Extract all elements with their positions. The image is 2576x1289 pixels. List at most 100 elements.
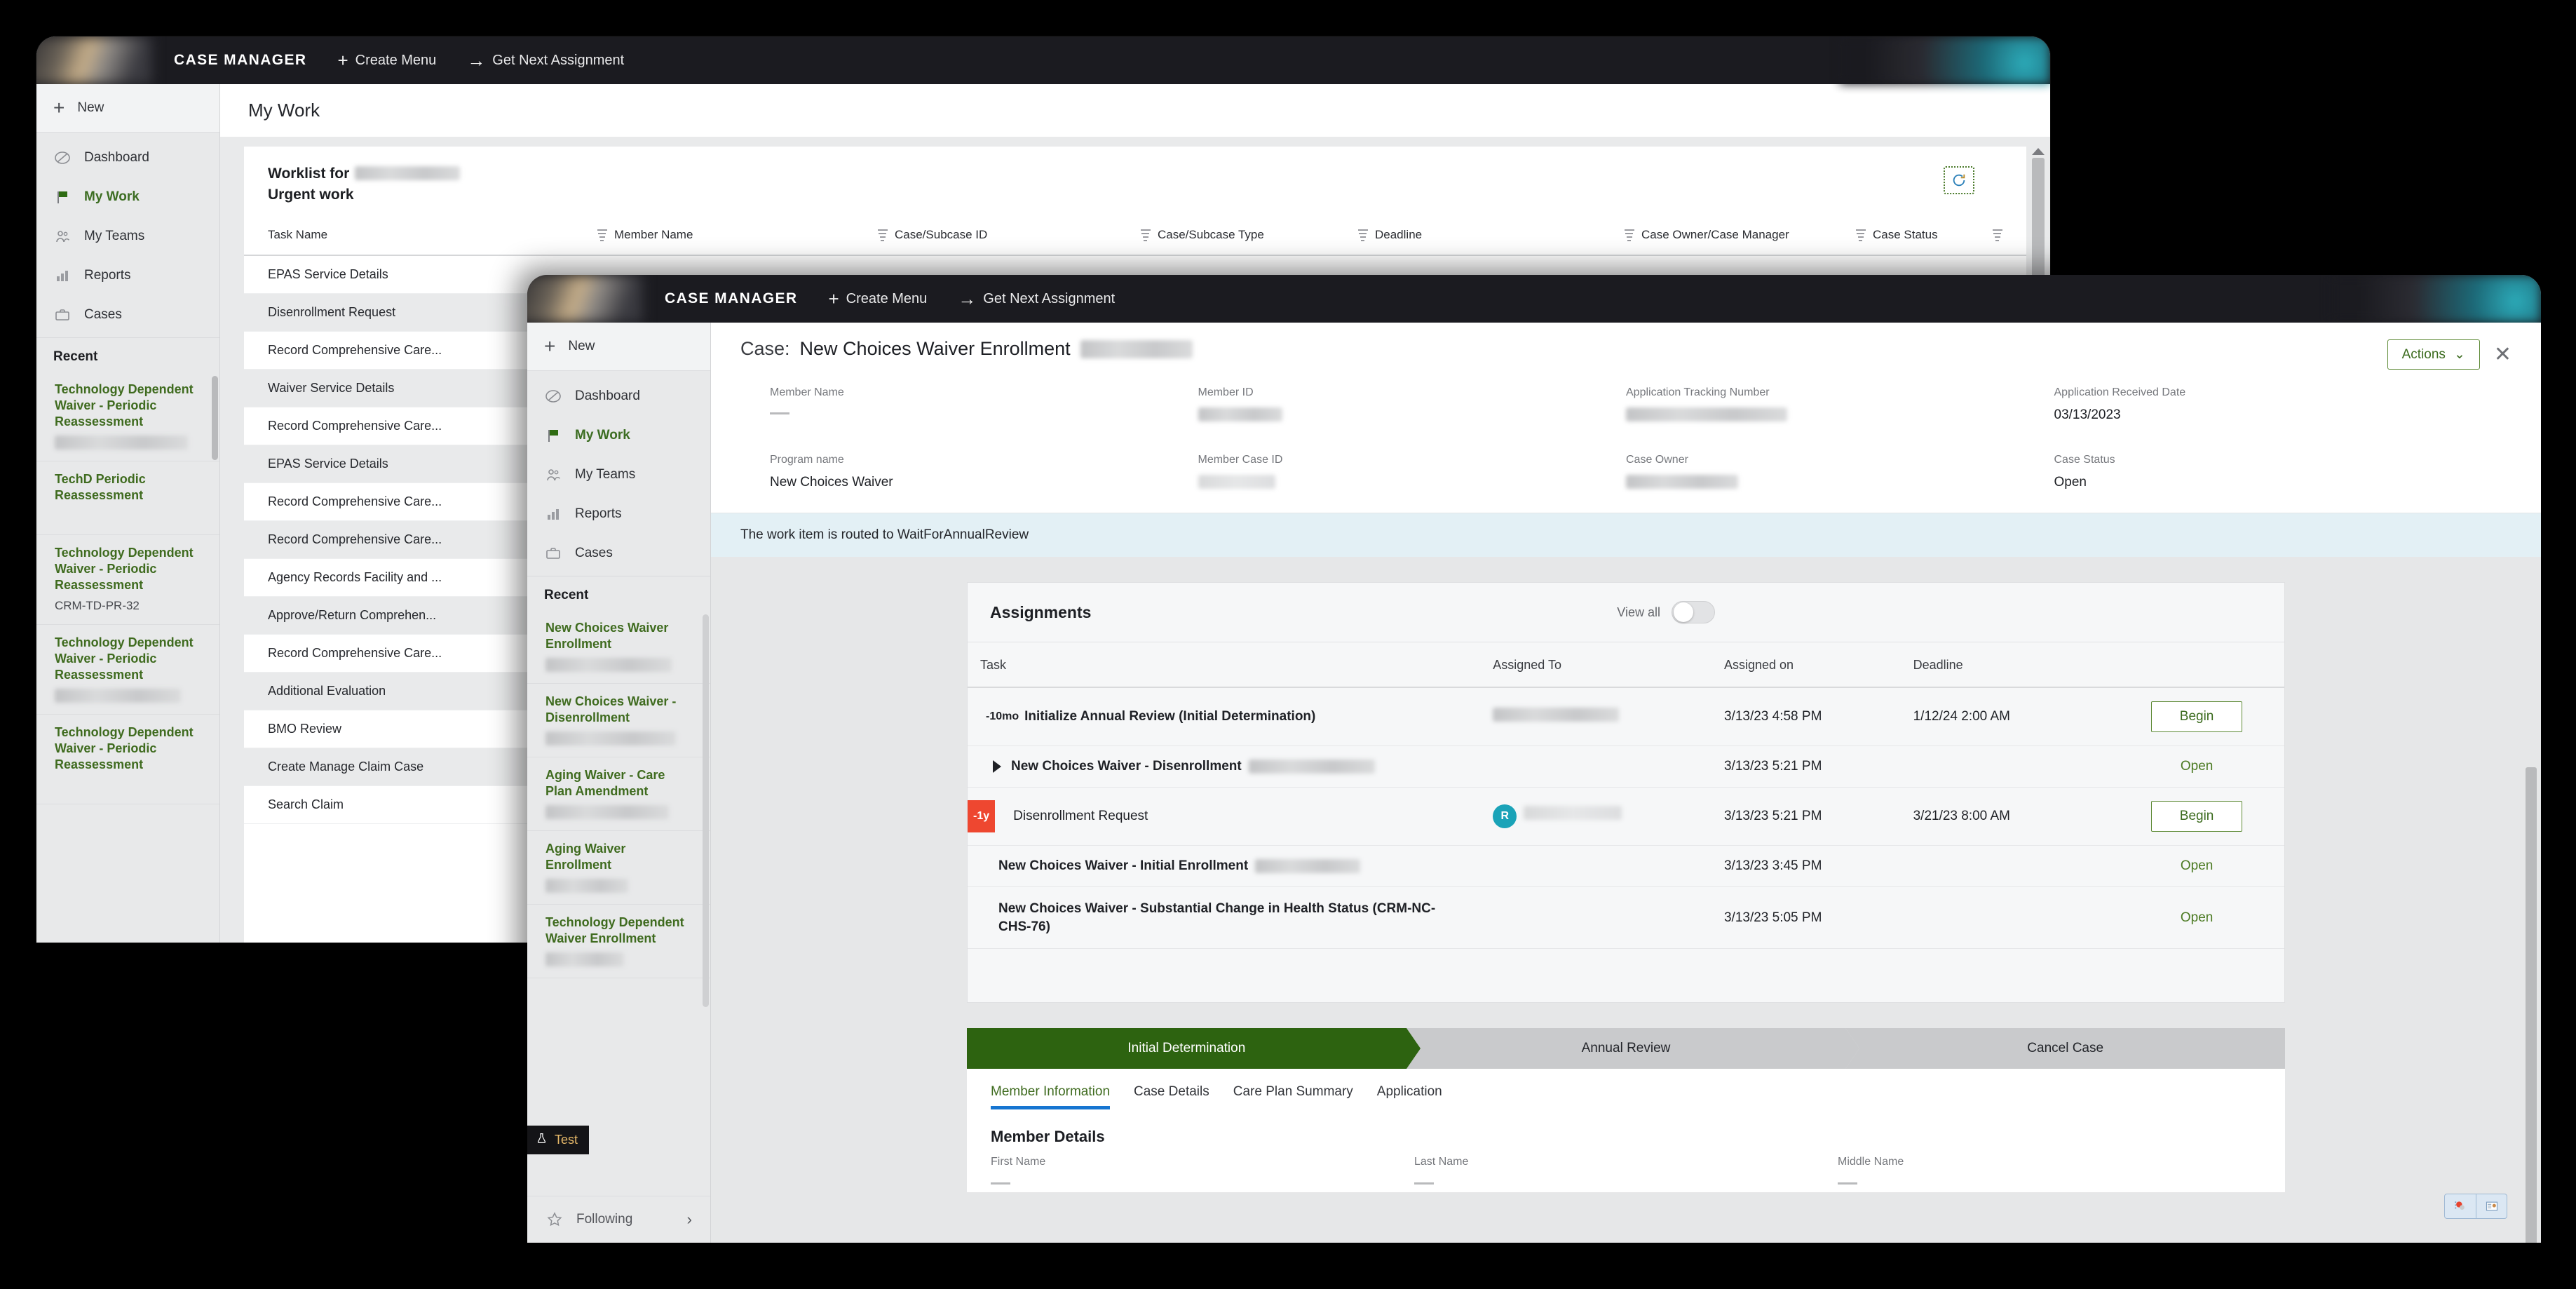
test-tooltip: Test [527, 1126, 589, 1154]
chevron-right-icon: › [687, 1210, 692, 1229]
task-label: Disenrollment Request [1013, 809, 1148, 824]
get-next-assignment-button[interactable]: → Get Next Assignment [958, 290, 1115, 308]
pin-tool-icon[interactable] [2445, 1194, 2476, 1218]
redacted-value [55, 689, 181, 703]
sidebar-new-button[interactable]: + New [527, 323, 710, 371]
field-member-name: Member Name [770, 386, 1198, 426]
screenshot-tool-icon[interactable] [2476, 1194, 2507, 1218]
recent-item[interactable]: New Choices Waiver Enrollment [527, 610, 710, 684]
sidebar-item-reports[interactable]: Reports [36, 256, 219, 295]
scroll-up-arrow[interactable] [2032, 148, 2045, 155]
recent-item[interactable]: Aging Waiver Enrollment [527, 831, 710, 905]
bottom-tools [2444, 1194, 2507, 1219]
tab-care-plan-summary[interactable]: Care Plan Summary [1233, 1084, 1353, 1109]
task-name-cell: Waiver Service Details [268, 381, 394, 396]
member-details-title: Member Details [991, 1128, 2261, 1146]
recent-item-id: CRM-TD-PR-32 [55, 599, 140, 612]
sidebar-item-my-teams[interactable]: My Teams [527, 455, 710, 494]
arrow-right-icon: → [467, 51, 485, 69]
recent-list: New Choices Waiver Enrollment New Choice… [527, 610, 710, 1196]
table-row[interactable]: -10mo Initialize Annual Review (Initial … [968, 687, 2284, 746]
column-header[interactable]: Case Status [1856, 227, 1993, 243]
actions-button[interactable]: Actions ⌄ [2387, 339, 2480, 370]
tab-member-information[interactable]: Member Information [991, 1084, 1110, 1109]
table-row[interactable]: -1y Disenrollment Request R 3/13/23 5:21… [968, 788, 2284, 846]
filter-icon [878, 227, 888, 243]
deadline-cell [1906, 746, 2110, 788]
assigned-to-cell: R [1486, 788, 1717, 846]
recent-item[interactable]: TechD Periodic Reassessment [36, 461, 219, 535]
column-header[interactable]: Case/Subcase Type [1141, 227, 1358, 243]
table-row[interactable]: New Choices Waiver - Substantial Change … [968, 887, 2284, 949]
case-scrollbar[interactable] [2526, 767, 2537, 1243]
open-link[interactable]: Open [2181, 910, 2213, 925]
tab-application[interactable]: Application [1377, 1084, 1442, 1109]
sidebar-item-reports[interactable]: Reports [527, 494, 710, 534]
following-row[interactable]: Following › [527, 1196, 710, 1243]
sidebar-scrollbar[interactable] [703, 614, 709, 1192]
sidebar-item-my-work[interactable]: My Work [36, 177, 219, 217]
sidebar-scrollbar[interactable] [212, 376, 218, 938]
recent-item[interactable]: Technology Dependent Waiver - Periodic R… [36, 625, 219, 715]
view-all-toggle[interactable] [1672, 601, 1715, 623]
recent-item-title: Technology Dependent Waiver Enrollment [545, 915, 692, 947]
sidebar-new-button[interactable]: + New [36, 84, 219, 133]
sidebar-item-dashboard[interactable]: Dashboard [527, 377, 710, 416]
front-sidebar: + New Dashboard My Work [527, 323, 711, 1243]
recent-item[interactable]: New Choices Waiver - Disenrollment [527, 684, 710, 757]
plus-icon: + [337, 51, 348, 69]
begin-button[interactable]: Begin [2151, 701, 2243, 732]
recent-heading: Recent [527, 576, 710, 610]
assignments-header-row: Task Assigned To Assigned on Deadline [968, 642, 2284, 687]
recent-item[interactable]: Technology Dependent Waiver - Periodic R… [36, 535, 219, 625]
refresh-icon[interactable] [1944, 166, 1974, 194]
worklist-subheading: Urgent work [268, 184, 460, 205]
stage-initial-determination[interactable]: Initial Determination [967, 1028, 1406, 1069]
recent-item[interactable]: Technology Dependent Waiver - Periodic R… [36, 372, 219, 461]
redacted-value [545, 658, 672, 672]
create-menu-button[interactable]: + Create Menu [337, 51, 436, 69]
open-link[interactable]: Open [2181, 759, 2213, 774]
table-row[interactable]: New Choices Waiver - Disenrollment 3/13/… [968, 746, 2284, 788]
column-header[interactable]: Member Name [597, 227, 878, 243]
sidebar-item-my-teams[interactable]: My Teams [36, 217, 219, 256]
column-header[interactable]: Case Owner/Case Manager [1625, 227, 1856, 243]
recent-item[interactable]: Technology Dependent Waiver Enrollment [527, 905, 710, 978]
task-name-cell: Approve/Return Comprehen... [268, 608, 436, 623]
stage-cancel-case[interactable]: Cancel Case [1845, 1028, 2285, 1069]
sidebar-item-my-work[interactable]: My Work [527, 416, 710, 455]
expand-icon[interactable] [993, 760, 1001, 773]
assigned-to-cell [1486, 887, 1717, 949]
recent-item[interactable]: Aging Waiver - Care Plan Amendment [527, 757, 710, 831]
user-avatar-area[interactable] [2331, 275, 2541, 323]
stage-annual-review[interactable]: Annual Review [1406, 1028, 1846, 1069]
sidebar-item-cases[interactable]: Cases [36, 295, 219, 335]
sidebar-item-cases[interactable]: Cases [527, 534, 710, 573]
field-program-name: Program name New Choices Waiver [770, 454, 1198, 493]
field-label: Middle Name [1838, 1156, 2261, 1168]
tab-case-details[interactable]: Case Details [1134, 1084, 1209, 1109]
task-name-cell: Record Comprehensive Care... [268, 646, 442, 661]
sidebar-item-label: Cases [575, 546, 613, 561]
create-menu-button[interactable]: + Create Menu [828, 290, 927, 308]
task-name-cell: BMO Review [268, 722, 341, 736]
open-link[interactable]: Open [2181, 858, 2213, 873]
field-value [1198, 475, 1627, 493]
recent-heading: Recent [36, 337, 219, 372]
field-value [1198, 407, 1627, 426]
column-settings-icon[interactable] [1993, 227, 2002, 243]
begin-button[interactable]: Begin [2151, 801, 2243, 832]
sidebar-item-label: Dashboard [575, 389, 640, 404]
user-avatar-area[interactable] [1840, 36, 2050, 84]
get-next-assignment-button[interactable]: → Get Next Assignment [467, 51, 624, 69]
table-row[interactable]: New Choices Waiver - Initial Enrollment … [968, 846, 2284, 887]
close-icon[interactable]: ✕ [2494, 344, 2511, 365]
sidebar-item-dashboard[interactable]: Dashboard [36, 138, 219, 177]
sidebar-new-label: New [77, 100, 104, 116]
recent-item[interactable]: Technology Dependent Waiver - Periodic R… [36, 715, 219, 804]
column-header[interactable]: Case/Subcase ID [878, 227, 1141, 243]
assigned-on-cell: 3/13/23 4:58 PM [1717, 687, 1906, 746]
column-header[interactable]: Deadline [1358, 227, 1625, 243]
column-header[interactable]: Task Name [268, 227, 597, 243]
redacted-value [545, 805, 669, 819]
